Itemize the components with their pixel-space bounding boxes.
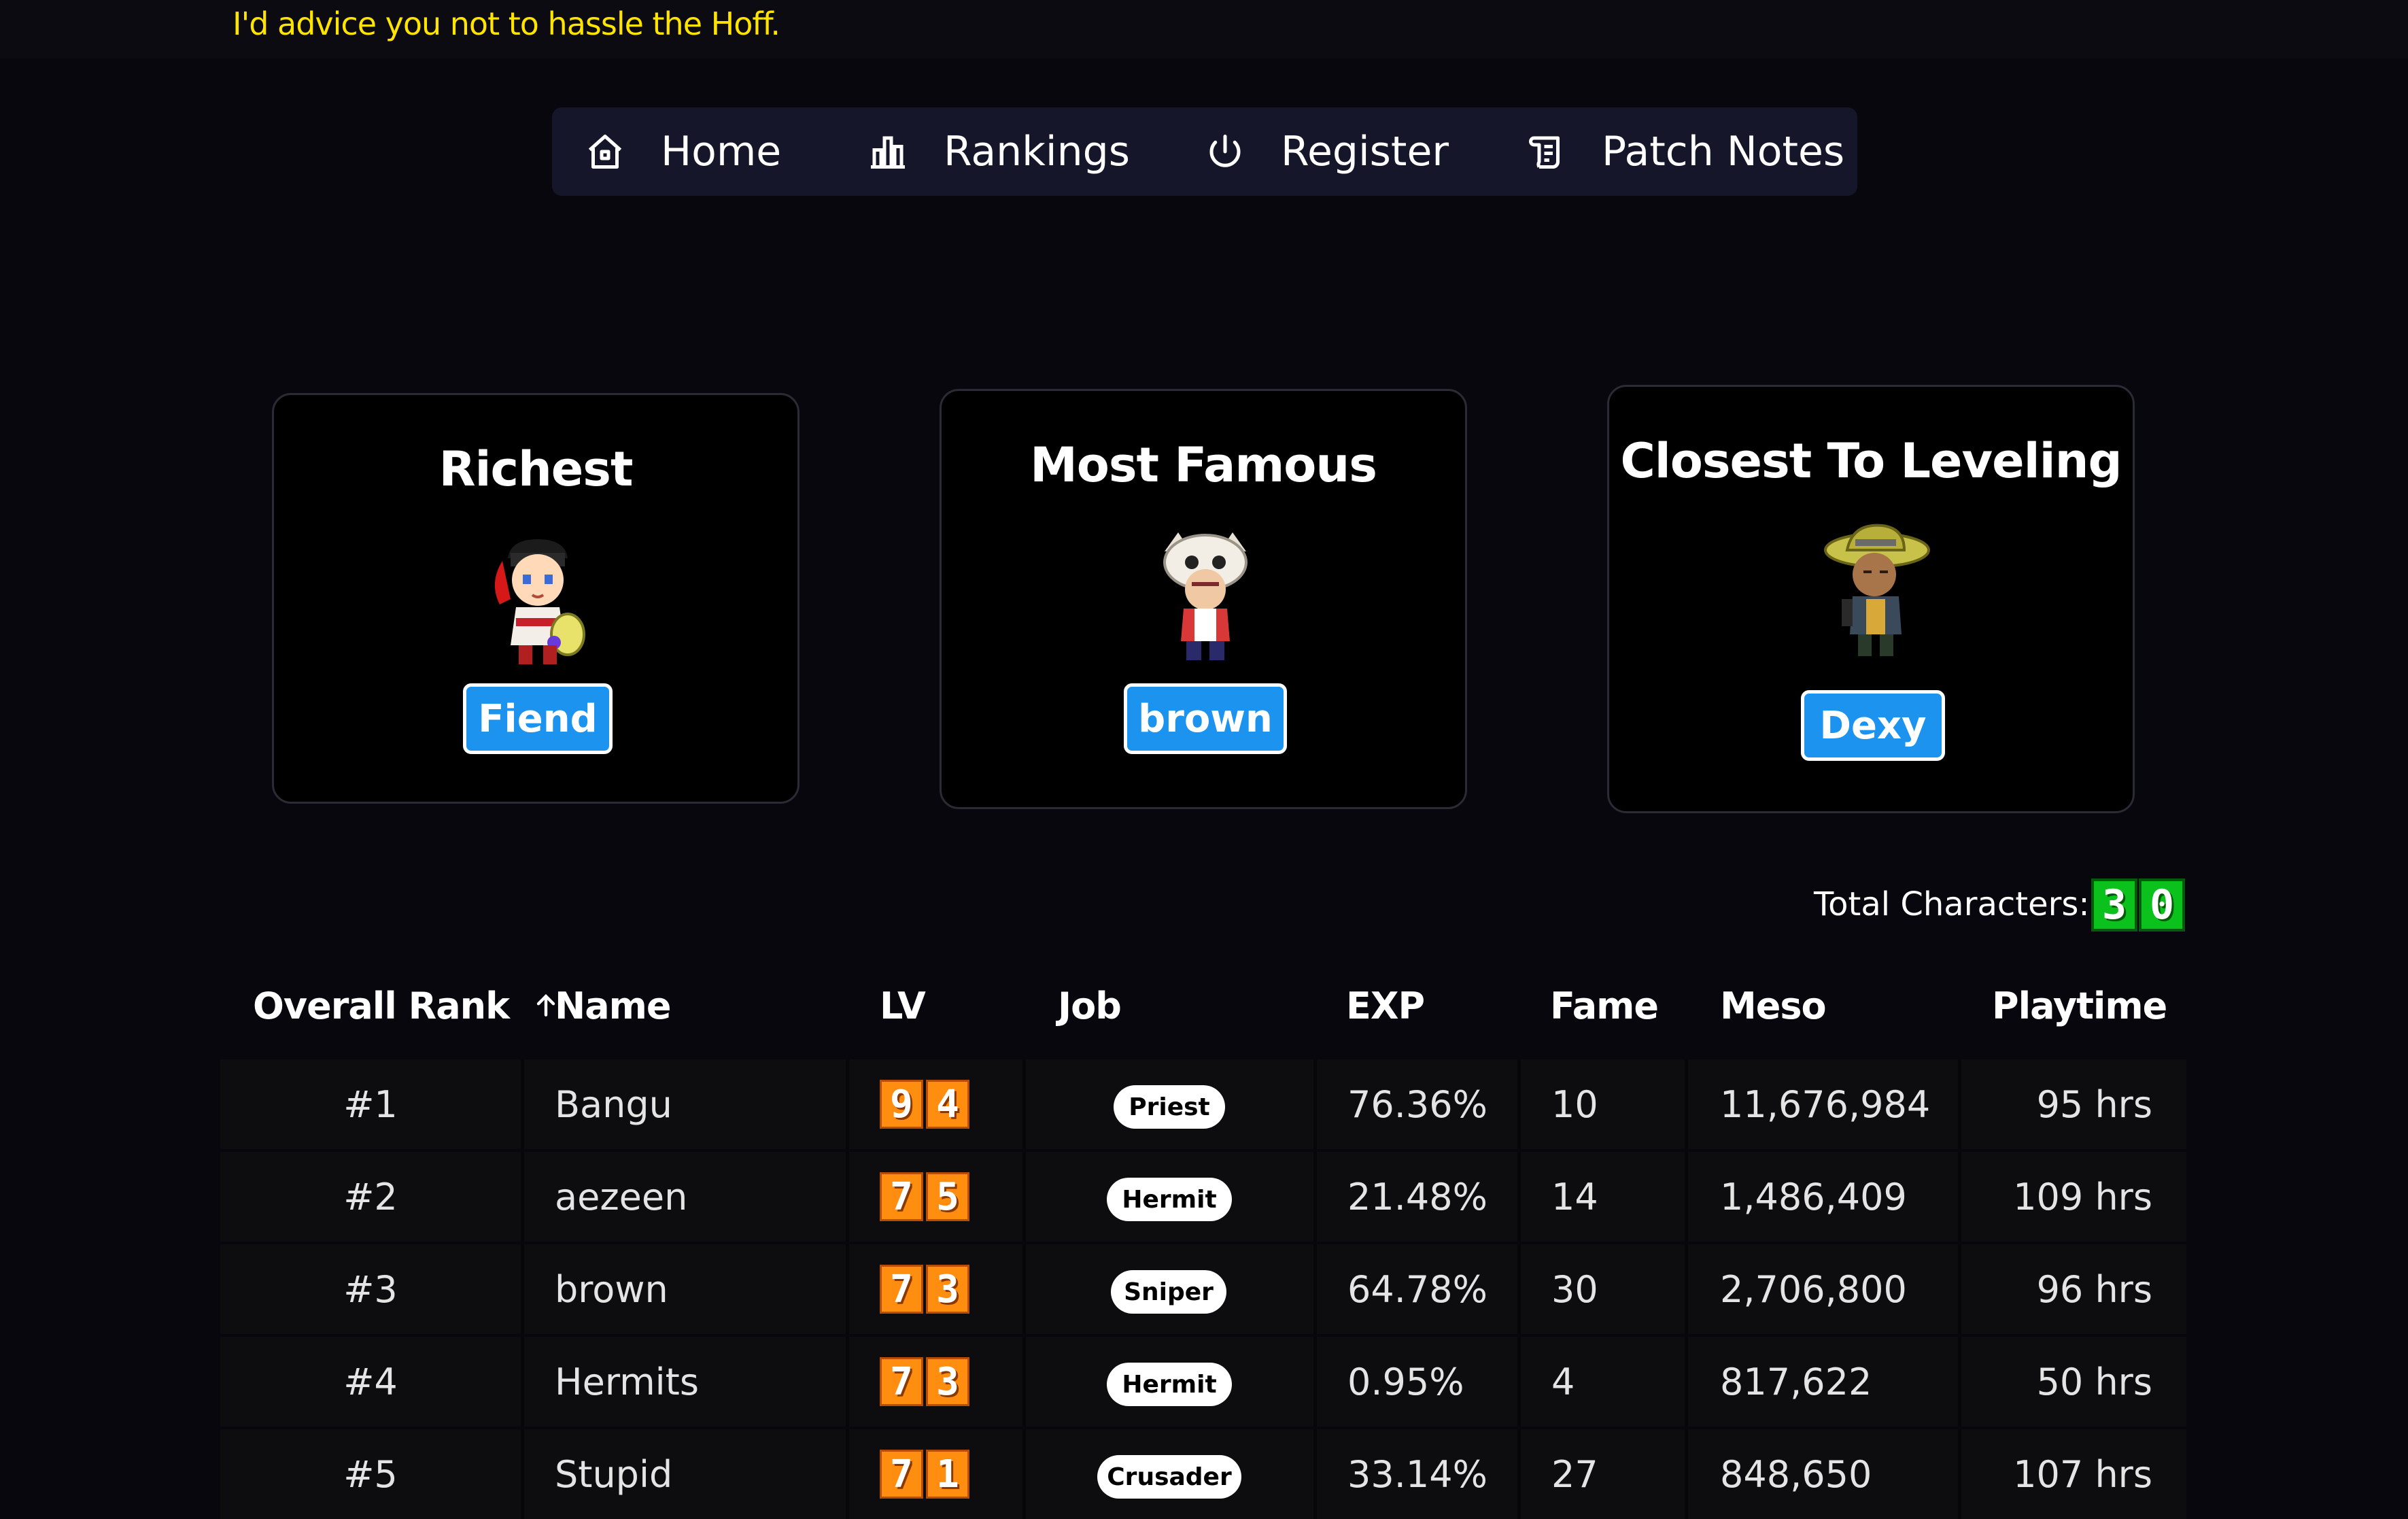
top-banner-bar: I'd advice you not to hassle the Hoff.: [0, 0, 2408, 58]
total-characters-label: Total Characters:: [1814, 885, 2090, 923]
nav-home-label: Home: [661, 128, 782, 175]
job-badge: Crusader: [1097, 1455, 1241, 1499]
col-header-playtime[interactable]: Playtime: [1992, 985, 2167, 1027]
main-nav: Home Rankings Register Patch Notes: [552, 107, 1857, 196]
nav-rankings[interactable]: Rankings: [867, 107, 1130, 196]
most-famous-name-button[interactable]: brown: [1124, 683, 1287, 754]
table-row[interactable]: #1 Bangu 9 4 Priest 76.36% 10 11,676,984…: [220, 1059, 2186, 1149]
character-avatar-brown: [1163, 532, 1248, 660]
cell-exp: 76.36%: [1347, 1082, 1487, 1126]
cell-rank: #3: [343, 1267, 398, 1311]
cell-exp: 0.95%: [1347, 1360, 1464, 1403]
cell-playtime: 96 hrs: [2036, 1267, 2152, 1311]
job-badge: Sniper: [1111, 1270, 1226, 1314]
cell-name: Hermits: [555, 1360, 699, 1403]
level-digit: 1: [926, 1450, 969, 1499]
job-badge: Hermit: [1107, 1178, 1232, 1221]
power-icon: [1209, 135, 1241, 167]
cell-meso: 817,622: [1720, 1360, 1872, 1403]
nav-patch-notes[interactable]: Patch Notes: [1526, 107, 1844, 196]
cell-name: Bangu: [555, 1082, 672, 1126]
table-row[interactable]: #3 brown 7 3 Sniper 64.78% 30 2,706,800 …: [220, 1244, 2186, 1334]
richest-name-button[interactable]: Fiend: [463, 683, 613, 754]
table-row[interactable]: #5 Stupid 7 1 Crusader 33.14% 27 848,650…: [220, 1429, 2186, 1519]
cell-exp: 21.48%: [1347, 1175, 1487, 1218]
level-digit: 3: [926, 1265, 969, 1314]
job-badge: Priest: [1114, 1085, 1225, 1129]
col-header-fame[interactable]: Fame: [1550, 985, 1659, 1027]
cell-playtime: 109 hrs: [2013, 1175, 2152, 1218]
cell-fame: 14: [1551, 1175, 1598, 1218]
cell-meso: 1,486,409: [1720, 1175, 1907, 1218]
richest-card: Richest Fiend: [272, 393, 799, 804]
job-badge: Hermit: [1107, 1363, 1232, 1406]
closest-to-leveling-name-button[interactable]: Dexy: [1801, 690, 1945, 761]
cell-playtime: 107 hrs: [2013, 1452, 2152, 1496]
col-header-overall-rank-label: Overall Rank: [253, 985, 510, 1027]
col-header-meso[interactable]: Meso: [1720, 985, 1827, 1027]
character-avatar-dexy: [1824, 524, 1930, 656]
col-header-name[interactable]: Name: [555, 985, 672, 1027]
col-header-job[interactable]: Job: [1058, 985, 1122, 1027]
level-digit: 4: [926, 1080, 969, 1129]
cell-fame: 30: [1551, 1267, 1598, 1311]
cell-meso: 2,706,800: [1720, 1267, 1907, 1311]
col-header-exp[interactable]: EXP: [1346, 985, 1425, 1027]
table-row[interactable]: #2 aezeen 7 5 Hermit 21.48% 14 1,486,409…: [220, 1152, 2186, 1242]
cell-name: Stupid: [555, 1452, 673, 1496]
cell-fame: 10: [1551, 1082, 1598, 1126]
col-header-overall-rank[interactable]: Overall Rank: [253, 985, 561, 1027]
cell-fame: 27: [1551, 1452, 1598, 1496]
closest-to-leveling-card: Closest To Leveling Dexy: [1607, 385, 2135, 813]
cell-meso: 848,650: [1720, 1452, 1872, 1496]
cell-playtime: 50 hrs: [2036, 1360, 2152, 1403]
level-digit: 9: [880, 1080, 923, 1129]
nav-register-label: Register: [1281, 128, 1449, 175]
cell-exp: 33.14%: [1347, 1452, 1487, 1496]
cell-exp: 64.78%: [1347, 1267, 1487, 1311]
cell-name: brown: [555, 1267, 668, 1311]
level-digit: 7: [880, 1357, 923, 1406]
most-famous-card: Most Famous brown: [940, 389, 1467, 809]
home-icon: [588, 135, 622, 169]
character-avatar-fiend: [494, 539, 585, 664]
nav-patch-notes-label: Patch Notes: [1602, 128, 1845, 175]
total-characters-digit: 0: [2139, 878, 2185, 932]
cell-meso: 11,676,984: [1720, 1082, 1931, 1126]
level-digit: 7: [880, 1450, 923, 1499]
col-header-lv[interactable]: LV: [880, 985, 926, 1027]
nav-home[interactable]: Home: [585, 107, 781, 196]
bar-chart-icon: [871, 136, 905, 169]
card-title-closest-to-leveling: Closest To Leveling: [1620, 433, 2122, 489]
banner-text: I'd advice you not to hassle the Hoff.: [233, 5, 780, 42]
table-row[interactable]: #4 Hermits 7 3 Hermit 0.95% 4 817,622 50…: [220, 1337, 2186, 1427]
nav-rankings-label: Rankings: [944, 128, 1130, 175]
total-characters-digit: 3: [2091, 878, 2137, 932]
level-digit: 7: [880, 1172, 923, 1221]
cell-rank: #1: [343, 1082, 398, 1126]
level-digit: 7: [880, 1265, 923, 1314]
cell-fame: 4: [1551, 1360, 1575, 1403]
level-digit: 5: [926, 1172, 969, 1221]
cell-rank: #4: [343, 1360, 398, 1403]
card-title-richest: Richest: [438, 441, 634, 497]
cell-playtime: 95 hrs: [2036, 1082, 2152, 1126]
level-digit: 3: [926, 1357, 969, 1406]
card-title-most-famous: Most Famous: [1030, 437, 1377, 493]
cell-rank: #5: [343, 1452, 398, 1496]
cell-name: aezeen: [555, 1175, 688, 1218]
cell-rank: #2: [343, 1175, 398, 1218]
scroll-icon: [1529, 136, 1560, 169]
nav-register[interactable]: Register: [1205, 107, 1449, 196]
